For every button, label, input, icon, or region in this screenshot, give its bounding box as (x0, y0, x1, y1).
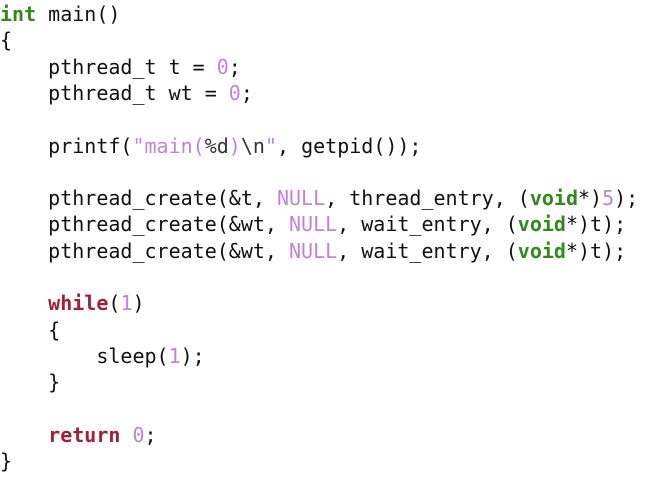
code-token: pthread_t t = (0, 54, 217, 79)
code-line: pthread_create(&wt, NULL, wait_entry, (v… (0, 211, 626, 237)
code-line: int main() (0, 1, 120, 27)
code-token: int (0, 2, 37, 26)
code-token: *)t); (565, 212, 627, 237)
code-token: ); (614, 186, 639, 211)
code-token: " (264, 133, 277, 158)
code-line: pthread_create(&wt, NULL, wait_entry, (v… (0, 238, 626, 264)
code-token: , wait_entry, ( (337, 238, 518, 263)
code-token: } (0, 370, 61, 395)
code-token: NULL (276, 186, 326, 211)
code-line: pthread_create(&t, NULL, thread_entry, (… (0, 185, 638, 211)
code-editor[interactable]: int main(){ pthread_t t = 0; pthread_t w… (0, 0, 648, 482)
code-line: } (0, 448, 12, 474)
code-token: "main( (132, 133, 205, 158)
code-token: ) (132, 291, 145, 316)
code-token: pthread_create(&wt, (0, 212, 289, 237)
code-line: } (0, 369, 60, 395)
code-token: , getpid()); (276, 133, 422, 158)
code-line: return 0; (0, 422, 157, 448)
code-token: 0 (132, 422, 145, 447)
code-token: NULL (288, 212, 338, 237)
code-token: ); (180, 343, 205, 368)
code-token: 1 (120, 291, 133, 316)
code-token: %d (204, 133, 229, 158)
code-token: { (0, 28, 13, 53)
code-line: sleep(1); (0, 343, 205, 369)
code-token: ; (240, 80, 253, 105)
code-token: ; (228, 54, 241, 79)
code-line: while(1) (0, 290, 145, 316)
code-token: { (0, 317, 61, 342)
code-token: 5 (602, 186, 615, 211)
code-token: void (529, 186, 578, 211)
code-token: 0 (228, 80, 241, 105)
code-token: while (48, 291, 109, 316)
code-token: ; (144, 422, 157, 447)
code-token: printf( (0, 133, 133, 158)
code-token: 1 (168, 343, 181, 368)
code-token: pthread_create(&wt, (0, 238, 289, 263)
code-token: sleep( (0, 343, 169, 368)
code-line: pthread_t wt = 0; (0, 80, 253, 106)
code-line: { (0, 317, 60, 343)
code-token: } (0, 449, 13, 474)
code-token: *) (578, 186, 603, 211)
code-line: { (0, 27, 12, 53)
code-token: 0 (216, 54, 229, 79)
code-token: pthread_create(&t, (0, 186, 277, 211)
code-token: return (48, 422, 121, 447)
code-token: NULL (288, 238, 338, 263)
code-token: ) (228, 133, 241, 158)
code-token: void (517, 212, 566, 237)
code-token: ( (108, 291, 121, 316)
code-token: void (517, 238, 566, 263)
code-line: printf("main(%d)\n", getpid()); (0, 133, 421, 159)
code-token: pthread_t wt = (0, 80, 229, 105)
code-line: pthread_t t = 0; (0, 54, 241, 80)
code-token: main() (36, 2, 121, 26)
code-token: , thread_entry, ( (325, 186, 530, 211)
code-token: *)t); (565, 238, 627, 263)
code-token: , wait_entry, ( (337, 212, 518, 237)
code-token: \n (240, 133, 265, 158)
